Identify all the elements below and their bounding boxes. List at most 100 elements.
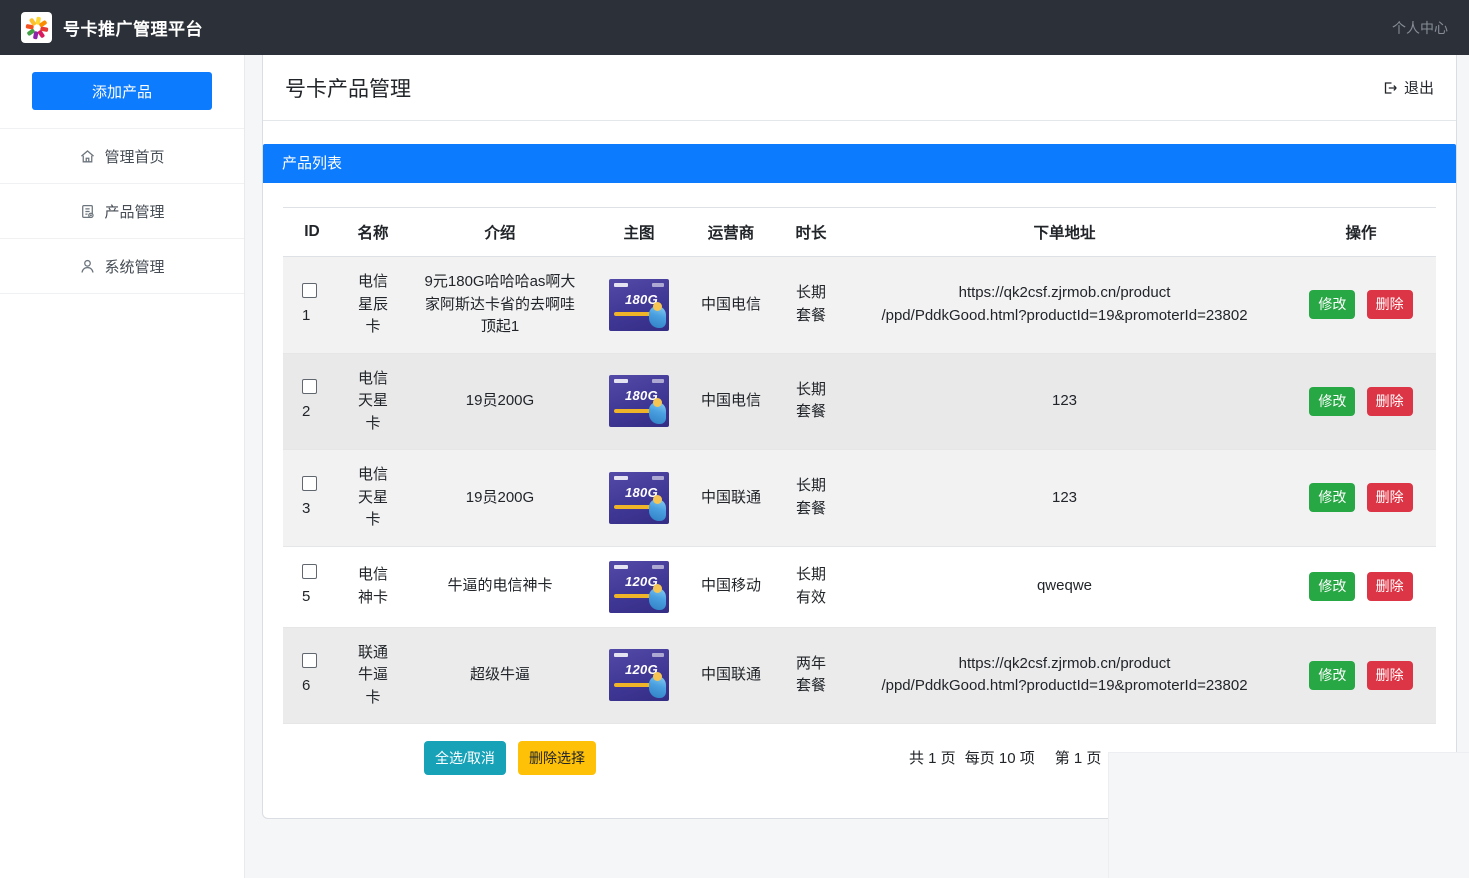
- row-id: 2: [301, 401, 335, 424]
- row-select-cell: 2: [283, 353, 341, 450]
- row-checkbox[interactable]: [302, 564, 317, 579]
- pagination-current: 第 1 页: [1055, 747, 1102, 768]
- sidebar-menu: 管理首页 产品管理 系统管理: [0, 128, 244, 294]
- table-row: 1 电信星辰卡 9元180G哈哈哈as啊大家阿斯达卡省的去啊哇顶起1 180G …: [283, 257, 1436, 354]
- col-header-url: 下单地址: [843, 208, 1286, 257]
- delete-selected-button[interactable]: 删除选择: [518, 741, 596, 775]
- delete-button[interactable]: 删除: [1367, 387, 1413, 416]
- row-actions: 修改 删除: [1286, 627, 1436, 724]
- product-name: 联通牛逼卡: [341, 627, 405, 724]
- row-id: 6: [301, 675, 335, 698]
- product-duration: 长期有效: [779, 546, 843, 627]
- page-title: 号卡产品管理: [285, 73, 411, 103]
- col-header-intro: 介绍: [405, 208, 595, 257]
- product-image-cell: 120G: [595, 546, 683, 627]
- product-image: 120G: [609, 561, 669, 613]
- add-product-button[interactable]: 添加产品: [32, 72, 212, 110]
- product-intro: 19员200G: [405, 353, 595, 450]
- product-intro: 9元180G哈哈哈as啊大家阿斯达卡省的去啊哇顶起1: [405, 257, 595, 354]
- edit-button[interactable]: 修改: [1309, 572, 1355, 601]
- product-image-cell: 180G: [595, 450, 683, 547]
- delete-button[interactable]: 删除: [1367, 483, 1413, 512]
- product-image-cell: 120G: [595, 627, 683, 724]
- row-checkbox[interactable]: [302, 476, 317, 491]
- document-icon: [79, 203, 96, 220]
- product-image: 120G: [609, 649, 669, 701]
- product-image: 180G: [609, 279, 669, 331]
- product-carrier: 中国电信: [683, 257, 779, 354]
- order-url: https://qk2csf.zjrmob.cn/product /ppd/Pd…: [843, 257, 1286, 354]
- product-carrier: 中国电信: [683, 353, 779, 450]
- pagination: 共 1 页 每页 10 项 第 1 页: [909, 747, 1101, 768]
- delete-button[interactable]: 删除: [1367, 290, 1413, 319]
- row-id: 3: [301, 498, 335, 521]
- product-image: 180G: [609, 472, 669, 524]
- product-duration: 长期套餐: [779, 353, 843, 450]
- row-checkbox[interactable]: [302, 653, 317, 668]
- product-carrier: 中国联通: [683, 627, 779, 724]
- row-select-cell: 3: [283, 450, 341, 547]
- product-carrier: 中国联通: [683, 450, 779, 547]
- main-content: 号卡产品管理 退出 产品列表 ID 名称 介绍 主图 运: [262, 55, 1457, 819]
- product-duration: 长期套餐: [779, 257, 843, 354]
- product-image-cell: 180G: [595, 353, 683, 450]
- select-all-button[interactable]: 全选/取消: [424, 741, 506, 775]
- col-header-image: 主图: [595, 208, 683, 257]
- edit-button[interactable]: 修改: [1309, 661, 1355, 690]
- col-header-carrier: 运营商: [683, 208, 779, 257]
- sidebar: 添加产品 管理首页 产品管理: [0, 55, 245, 878]
- order-url: 123: [843, 450, 1286, 547]
- brand: 号卡推广管理平台: [21, 12, 203, 43]
- order-url: qweqwe: [843, 546, 1286, 627]
- sidebar-item-home[interactable]: 管理首页: [0, 128, 244, 183]
- logout-icon: [1382, 80, 1398, 96]
- col-header-id: ID: [283, 208, 341, 257]
- product-image: 180G: [609, 375, 669, 427]
- col-header-duration: 时长: [779, 208, 843, 257]
- product-intro: 19员200G: [405, 450, 595, 547]
- edit-button[interactable]: 修改: [1309, 387, 1355, 416]
- row-checkbox[interactable]: [302, 283, 317, 298]
- image-mascot: [649, 499, 666, 521]
- sidebar-item-products[interactable]: 产品管理: [0, 183, 244, 238]
- edit-button[interactable]: 修改: [1309, 483, 1355, 512]
- product-name: 电信星辰卡: [341, 257, 405, 354]
- logout-label: 退出: [1404, 77, 1434, 98]
- logout-button[interactable]: 退出: [1382, 77, 1434, 98]
- delete-button[interactable]: 删除: [1367, 661, 1413, 690]
- row-checkbox[interactable]: [302, 379, 317, 394]
- table-row: 2 电信天星卡 19员200G 180G 中国电信 长期套餐 123: [283, 353, 1436, 450]
- home-icon: [79, 148, 96, 165]
- row-select-cell: 1: [283, 257, 341, 354]
- row-id: 5: [301, 586, 335, 609]
- pagination-page-size: 每页 10 项: [965, 747, 1035, 768]
- profile-center-link[interactable]: 个人中心: [1392, 18, 1448, 38]
- user-icon: [79, 258, 96, 275]
- product-image-cell: 180G: [595, 257, 683, 354]
- pagination-total: 共 1 页: [909, 747, 956, 768]
- overlay-panel: [1108, 752, 1469, 878]
- table-header-row: ID 名称 介绍 主图 运营商 时长 下单地址 操作: [283, 208, 1436, 257]
- product-name: 电信神卡: [341, 546, 405, 627]
- product-table-wrap: ID 名称 介绍 主图 运营商 时长 下单地址 操作 1 电信星辰卡: [263, 183, 1456, 775]
- row-id: 1: [301, 305, 335, 328]
- order-url: https://qk2csf.zjrmob.cn/product /ppd/Pd…: [843, 627, 1286, 724]
- product-name: 电信天星卡: [341, 450, 405, 547]
- product-intro: 牛逼的电信神卡: [405, 546, 595, 627]
- product-duration: 两年套餐: [779, 627, 843, 724]
- row-select-cell: 5: [283, 546, 341, 627]
- row-actions: 修改 删除: [1286, 546, 1436, 627]
- panel-title: 产品列表: [263, 144, 1456, 183]
- table-row: 6 联通牛逼卡 超级牛逼 120G 中国联通 两年套餐 https://qk2c…: [283, 627, 1436, 724]
- sidebar-item-system[interactable]: 系统管理: [0, 238, 244, 293]
- sidebar-item-label: 系统管理: [104, 256, 164, 277]
- sidebar-item-label: 产品管理: [104, 201, 164, 222]
- col-header-actions: 操作: [1286, 208, 1436, 257]
- app-logo-icon: [21, 12, 52, 43]
- product-name: 电信天星卡: [341, 353, 405, 450]
- product-table: ID 名称 介绍 主图 运营商 时长 下单地址 操作 1 电信星辰卡: [283, 207, 1436, 724]
- image-mascot: [649, 588, 666, 610]
- edit-button[interactable]: 修改: [1309, 290, 1355, 319]
- delete-button[interactable]: 删除: [1367, 572, 1413, 601]
- topbar: 号卡推广管理平台 个人中心: [0, 0, 1469, 55]
